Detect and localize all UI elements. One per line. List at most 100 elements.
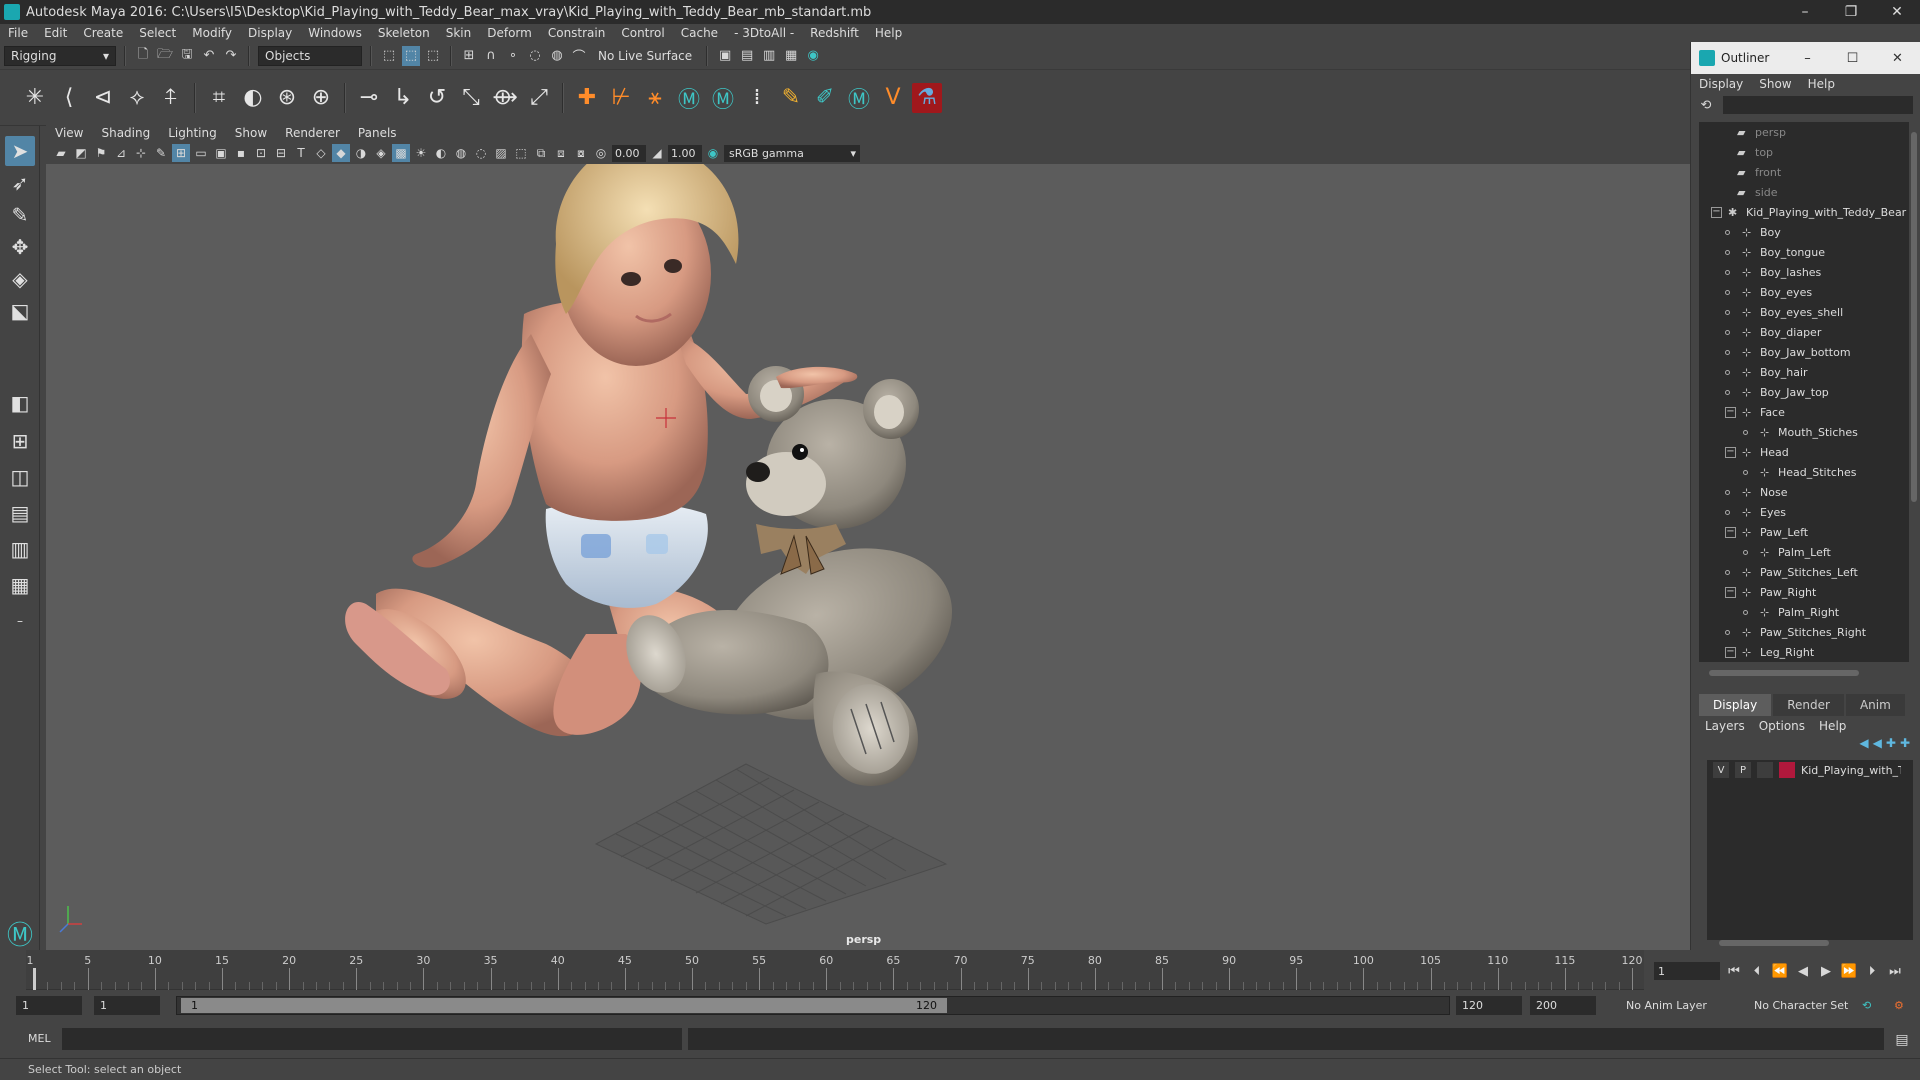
vray-icon[interactable]: V — [878, 83, 908, 113]
character-set-dropdown[interactable]: No Character Set — [1754, 999, 1848, 1012]
layer-name[interactable]: Kid_Playing_with_Teddy_Bear — [1801, 764, 1901, 777]
script-language-toggle[interactable]: MEL — [28, 1032, 51, 1045]
outliner-menu-display[interactable]: Display — [1699, 77, 1743, 91]
menu-control[interactable]: Control — [613, 26, 672, 40]
outliner-item[interactable]: ⊹ Boy_hair — [1699, 362, 1909, 382]
outliner-item[interactable]: ⊹ Boy_Jaw_top — [1699, 382, 1909, 402]
menu-3dtoall[interactable]: - 3DtoAll - — [726, 26, 802, 40]
menu-edit[interactable]: Edit — [36, 26, 75, 40]
lasso-tool-icon[interactable]: ➶ — [5, 168, 35, 198]
image-plane-icon[interactable]: ⊿ — [112, 144, 130, 162]
shadows-icon[interactable]: ◐ — [432, 144, 450, 162]
collapse-icon[interactable]: − — [1725, 406, 1736, 418]
tab-render[interactable]: Render — [1773, 694, 1844, 716]
outliner-item[interactable]: − ⊹ Paw_Right — [1699, 582, 1909, 602]
select-by-component-icon[interactable]: ⬚ — [424, 46, 442, 66]
set-driven-key-icon[interactable]: ⊬ — [606, 83, 636, 113]
cluster-icon[interactable]: ⊕ — [306, 83, 336, 113]
outliner-item[interactable]: ⊹ Boy — [1699, 222, 1909, 242]
xray-components-icon[interactable]: ⧇ — [572, 144, 590, 162]
use-all-lights-icon[interactable]: ☀ — [412, 144, 430, 162]
scale-tool-icon[interactable]: ⬕ — [5, 296, 35, 326]
field-chart-icon[interactable]: ⊡ — [252, 144, 270, 162]
color-management-icon[interactable]: ◉ — [704, 144, 722, 162]
smooth-bind-icon[interactable]: ⌗ — [204, 83, 234, 113]
live-surface-icon[interactable]: ⌒ — [570, 46, 588, 66]
xray-joints-icon[interactable]: ⧈ — [552, 144, 570, 162]
undo-icon[interactable]: ↶ — [200, 46, 218, 66]
time-ruler[interactable]: 1 5 10 15 20 25 30 35 40 45 50 55 60 65 70 75 80 85 90 95 1… — [26, 950, 1644, 990]
menu-windows[interactable]: Windows — [300, 26, 370, 40]
move-tool-icon[interactable]: ✥ — [5, 232, 35, 262]
scrollbar-thumb[interactable] — [1709, 670, 1859, 676]
menu-constrain[interactable]: Constrain — [540, 26, 614, 40]
range-slider[interactable]: 1 120 — [176, 996, 1450, 1015]
tab-anim[interactable]: Anim — [1845, 694, 1905, 716]
step-back-frame-icon[interactable]: ⏴ — [1747, 961, 1767, 981]
redshift-icon[interactable]: ⚗ — [912, 82, 942, 113]
menu-file[interactable]: File — [0, 26, 36, 40]
four-view-layout-icon[interactable]: ⊞ — [5, 426, 35, 456]
collapse-icon[interactable]: − — [1725, 446, 1736, 458]
select-tool-icon[interactable]: ➤ — [5, 136, 35, 166]
mash-icon[interactable]: Ⓜ — [674, 83, 704, 113]
outliner-item[interactable]: ▰ top — [1699, 142, 1909, 162]
outliner-close-button[interactable]: ✕ — [1875, 42, 1920, 74]
viewport-menu-shading[interactable]: Shading — [92, 126, 159, 140]
outliner-item[interactable]: ⊹ Nose — [1699, 482, 1909, 502]
ambient-occlusion-icon[interactable]: ◍ — [452, 144, 470, 162]
menu-modify[interactable]: Modify — [184, 26, 240, 40]
smooth-shade-icon[interactable]: ◆ — [332, 144, 350, 162]
open-scene-icon[interactable]: 🗁 — [156, 46, 174, 66]
snap-point-icon[interactable]: ∘ — [504, 46, 522, 66]
viewport-menu-renderer[interactable]: Renderer — [276, 126, 349, 140]
menu-redshift[interactable]: Redshift — [802, 26, 867, 40]
camera-select-icon[interactable]: ▰ — [52, 144, 70, 162]
outliner-vertical-scrollbar[interactable] — [1910, 122, 1918, 662]
playhead[interactable] — [33, 968, 36, 990]
aim-constraint-icon[interactable]: ↳ — [388, 83, 418, 113]
scrollbar-thumb[interactable] — [1911, 132, 1917, 502]
gate-mask-icon[interactable]: ▪ — [232, 144, 250, 162]
viewport-menu-panels[interactable]: Panels — [349, 126, 406, 140]
viewport-menu-lighting[interactable]: Lighting — [159, 126, 226, 140]
new-layer-from-selection-icon[interactable]: ✚ — [1900, 736, 1910, 758]
outliner-item[interactable]: ▰ front — [1699, 162, 1909, 182]
isolate-select-icon[interactable]: ⬚ — [512, 144, 530, 162]
parent-constraint-icon[interactable]: ⟴ — [490, 83, 520, 113]
go-to-end-icon[interactable]: ⏭ — [1885, 961, 1905, 981]
ik-handle-icon[interactable]: ⍏ — [156, 83, 186, 113]
outliner-item[interactable]: ⊹ Boy_Jaw_bottom — [1699, 342, 1909, 362]
scene-start-field[interactable]: 1 — [16, 996, 82, 1015]
hypershade-layout-icon[interactable]: ▥ — [5, 534, 35, 564]
outliner-item[interactable]: − ✱ Kid_Playing_with_Teddy_Bear — [1699, 202, 1909, 222]
layer-row[interactable]: V P Kid_Playing_with_Teddy_Bear — [1707, 760, 1913, 780]
default-material-icon[interactable]: ◑ — [352, 144, 370, 162]
menu-cache[interactable]: Cache — [673, 26, 726, 40]
render-view-icon[interactable]: ▣ — [716, 46, 734, 66]
gamma-icon[interactable]: ◢ — [648, 144, 666, 162]
new-empty-layer-icon[interactable]: ✚ — [1886, 736, 1896, 758]
layer-menu-help[interactable]: Help — [1819, 719, 1846, 733]
outliner-menu-show[interactable]: Show — [1759, 77, 1791, 91]
render-frame-icon[interactable]: ▤ — [738, 46, 756, 66]
outliner-item[interactable]: ⊹ Boy_lashes — [1699, 262, 1909, 282]
camera-attributes-icon[interactable]: ◩ — [72, 144, 90, 162]
wireframe-on-shaded-icon[interactable]: ◈ — [372, 144, 390, 162]
lattice-icon[interactable]: ⊛ — [272, 83, 302, 113]
view-transform-dropdown[interactable]: sRGB gamma ▾ — [724, 144, 860, 162]
perspective-viewport[interactable]: persp — [46, 164, 1690, 950]
menu-set-dropdown[interactable]: Rigging ▾ — [4, 45, 116, 66]
outliner-menu-help[interactable]: Help — [1808, 77, 1835, 91]
play-backwards-icon[interactable]: ◀ — [1793, 961, 1813, 981]
snap-curve-icon[interactable]: ∩ — [482, 46, 500, 66]
menu-skin[interactable]: Skin — [438, 26, 480, 40]
collapse-icon[interactable]: − — [1725, 646, 1736, 658]
time-slider[interactable]: 1 5 10 15 20 25 30 35 40 45 50 55 60 65 70 75 80 85 90 95 1… — [0, 950, 1920, 990]
step-forward-key-icon[interactable]: ⏩ — [1839, 961, 1859, 981]
menu-create[interactable]: Create — [75, 26, 131, 40]
outliner-item[interactable]: ⊹ Boy_eyes_shell — [1699, 302, 1909, 322]
viewport-menu-view[interactable]: View — [46, 126, 92, 140]
outliner-horizontal-scrollbar[interactable] — [1699, 668, 1909, 678]
grease-pencil-icon[interactable]: ✎ — [152, 144, 170, 162]
